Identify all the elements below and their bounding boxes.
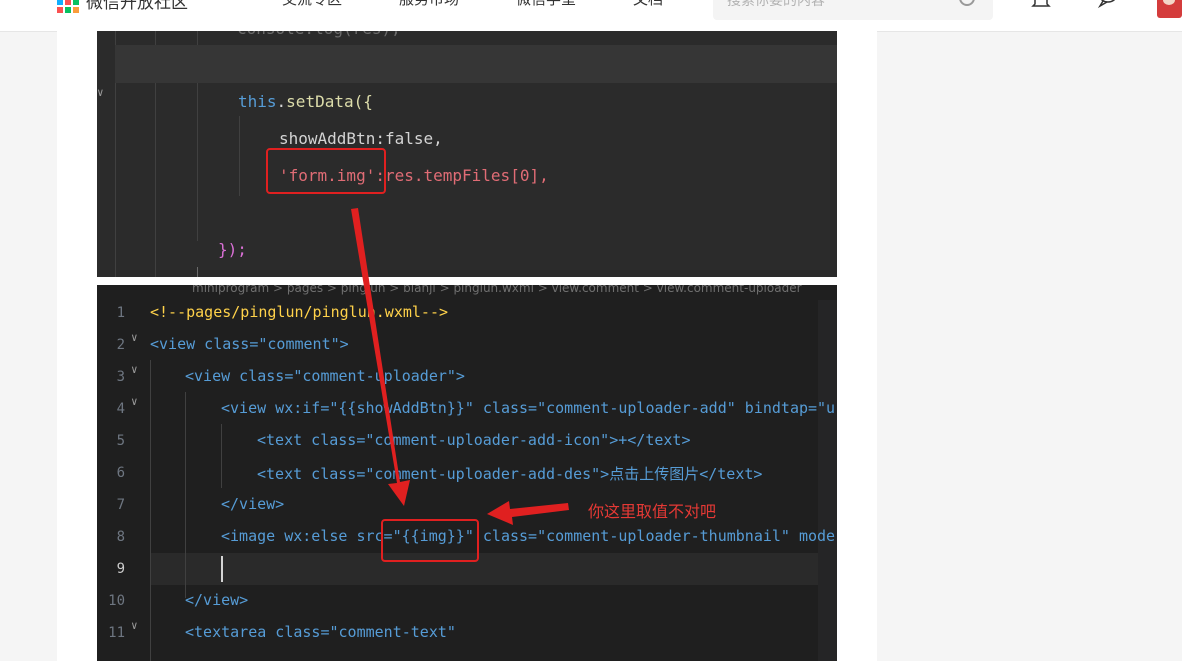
arrow-left-icon <box>487 501 569 525</box>
annotation-note: 你这里取值不对吧 <box>588 502 717 521</box>
arrow-down-icon <box>351 208 410 506</box>
annotation-arrows <box>351 208 569 525</box>
